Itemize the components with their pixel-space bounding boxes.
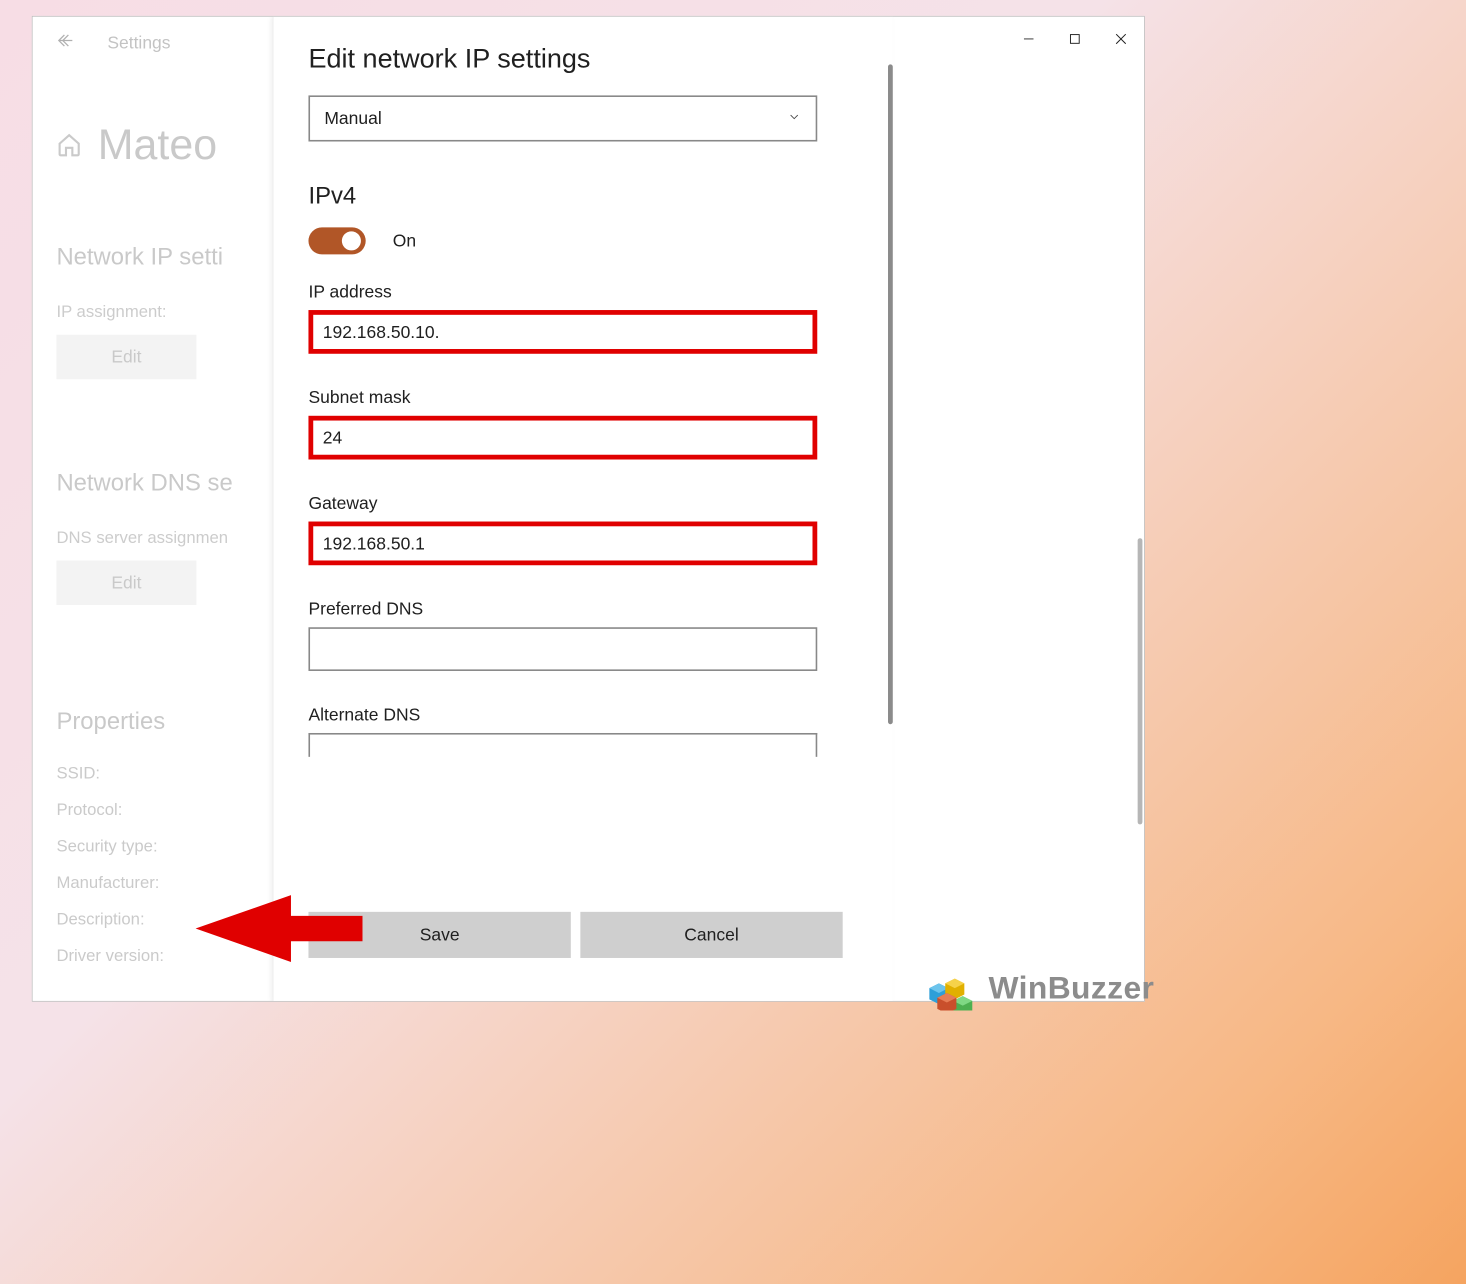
close-button[interactable] [1098, 23, 1144, 55]
ipv4-toggle-state: On [393, 231, 416, 252]
prop-protocol: Protocol: [56, 801, 295, 820]
gateway-input[interactable] [308, 522, 817, 566]
prop-description: Description: [56, 910, 295, 929]
preferred-dns-label: Preferred DNS [308, 599, 857, 620]
section-title-dns: Network DNS se [56, 470, 232, 497]
subnet-mask-input[interactable] [308, 416, 817, 460]
prop-ssid: SSID: [56, 764, 295, 783]
alternate-dns-label: Alternate DNS [308, 704, 857, 725]
edit-ip-button[interactable]: Edit [56, 335, 196, 380]
home-icon [56, 132, 81, 157]
dns-assignment-label: DNS server assignmen [56, 529, 232, 548]
back-icon[interactable] [56, 31, 75, 54]
dialog-title: Edit network IP settings [308, 44, 857, 75]
section-title-props: Properties [56, 708, 295, 735]
alternate-dns-input[interactable] [308, 733, 817, 757]
ip-mode-value: Manual [324, 108, 381, 129]
ip-assignment-label: IP assignment: [56, 303, 223, 322]
subnet-mask-label: Subnet mask [308, 387, 857, 408]
ip-address-label: IP address [308, 281, 857, 302]
ipv4-heading: IPv4 [308, 183, 857, 210]
edit-ip-settings-dialog: Edit network IP settings Manual IPv4 On … [273, 17, 893, 1002]
section-properties: Properties SSID: Protocol: Security type… [56, 708, 295, 983]
ipv4-toggle[interactable] [308, 227, 365, 254]
save-button[interactable]: Save [308, 912, 570, 958]
settings-window: Settings Mateo Network IP setti IP assig… [32, 16, 1145, 1002]
prop-driver: Driver version: [56, 947, 295, 966]
cancel-button[interactable]: Cancel [580, 912, 842, 958]
ip-address-input[interactable] [308, 310, 817, 354]
chevron-down-icon [787, 108, 801, 129]
section-network-ip: Network IP setti IP assignment: Edit [56, 244, 223, 379]
section-network-dns: Network DNS se DNS server assignmen Edit [56, 470, 232, 605]
page-title: Mateo [98, 120, 217, 169]
app-title: Settings [107, 32, 170, 53]
prop-security: Security type: [56, 837, 295, 856]
prop-manufacturer: Manufacturer: [56, 874, 295, 893]
gateway-label: Gateway [308, 493, 857, 514]
ip-mode-select[interactable]: Manual [308, 95, 817, 141]
window-caption-buttons [1006, 17, 1144, 57]
edit-dns-button[interactable]: Edit [56, 560, 196, 605]
section-title-ip: Network IP setti [56, 244, 223, 271]
preferred-dns-input[interactable] [308, 627, 817, 671]
minimize-button[interactable] [1006, 23, 1052, 55]
window-scrollbar[interactable] [1138, 538, 1143, 824]
maximize-button[interactable] [1052, 23, 1098, 55]
dialog-scrollbar[interactable] [888, 64, 893, 724]
